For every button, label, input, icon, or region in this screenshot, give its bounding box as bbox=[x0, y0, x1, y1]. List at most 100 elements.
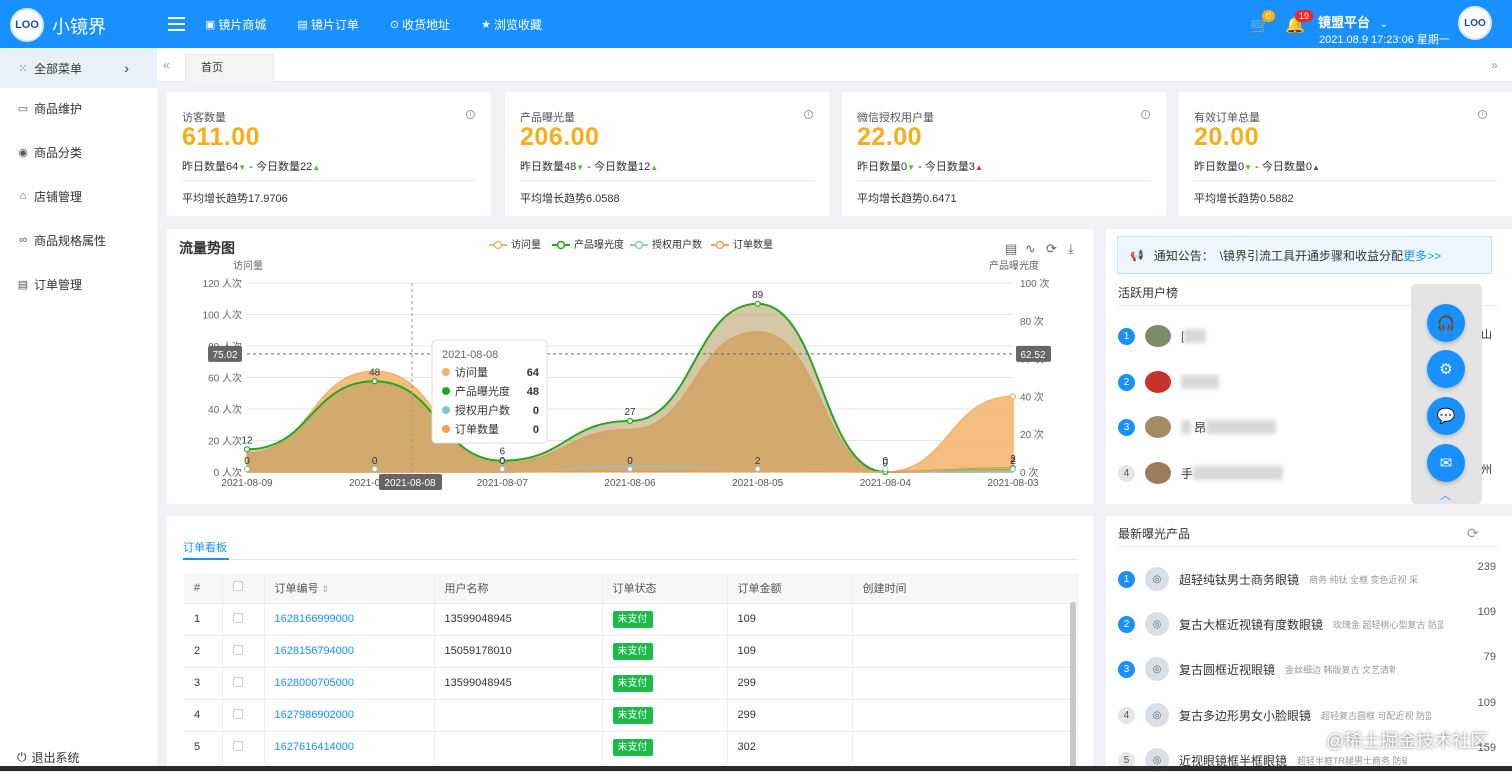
row-checkbox[interactable] bbox=[232, 676, 243, 687]
logo: LOO bbox=[10, 8, 44, 42]
list-item[interactable]: 2 bbox=[1118, 369, 1219, 395]
scroll-right-icon[interactable]: » bbox=[1491, 58, 1498, 72]
order-number-link[interactable]: 1628156794000 bbox=[275, 645, 355, 657]
list-item[interactable]: 4 手 bbox=[1118, 460, 1284, 486]
select-all-checkbox[interactable] bbox=[232, 581, 243, 592]
stat-compare: 昨日数量0▼ - 今日数量3▲ bbox=[857, 161, 983, 173]
refresh-icon[interactable]: ⟳ bbox=[1467, 525, 1479, 542]
customer-service-button[interactable]: 🎧 bbox=[1427, 304, 1465, 342]
status-badge: 未支付 bbox=[612, 642, 653, 660]
product-tags: 商务 纯钛 全框 变色近视 采... bbox=[1309, 574, 1420, 585]
nav-lens-orders[interactable]: ▤ 镜片订单 bbox=[297, 16, 358, 33]
nav-address[interactable]: ⊙ 收货地址 bbox=[390, 16, 450, 33]
order-amount: 109 bbox=[727, 634, 853, 667]
headset-icon: 🎧 bbox=[1436, 315, 1456, 332]
user-name bbox=[434, 698, 603, 731]
row-checkbox[interactable] bbox=[232, 644, 243, 655]
sidebar-item-product-maintenance[interactable]: ▭ 商品维护 bbox=[0, 86, 157, 130]
nav-favorites[interactable]: ★ 浏览收藏 bbox=[481, 16, 542, 33]
product-name: 超轻纯钛男士商务眼镜 bbox=[1179, 572, 1300, 587]
data-point bbox=[754, 466, 761, 472]
order-number[interactable]: 1627986902000 bbox=[264, 698, 435, 731]
sidebar-item-all-menu[interactable]: ⁙ 全部菜单 › bbox=[0, 48, 157, 88]
tooltip-marker bbox=[442, 425, 450, 433]
order-number[interactable]: 1628156794000 bbox=[264, 634, 435, 667]
table-row[interactable]: 4 1627986902000 未支付 299 bbox=[184, 698, 1078, 731]
sidebar-item-store-management[interactable]: ⌂ 店铺管理 bbox=[0, 174, 157, 218]
order-number[interactable]: 1627616414000 bbox=[264, 730, 435, 763]
arrow-down-icon: ▼ bbox=[1244, 163, 1253, 172]
arrow-up-icon: ▲ bbox=[650, 163, 659, 172]
product-tags: 超轻复古圆框 可配近视 防蓝光... bbox=[1321, 710, 1432, 721]
row-checkbox[interactable] bbox=[232, 612, 243, 623]
data-point bbox=[499, 466, 506, 472]
tooltip-series-name: 访问量 bbox=[455, 366, 488, 379]
info-icon[interactable]: i bbox=[466, 110, 475, 119]
nav-lens-store[interactable]: ▣ 镜片商城 bbox=[205, 16, 266, 33]
list-item[interactable]: 2 ◎ 复古大框近视镜有度数眼镜玫瑰金 超轻桃心型复古 防蓝光... bbox=[1118, 612, 1443, 636]
info-icon[interactable]: i bbox=[1478, 110, 1487, 119]
scroll-left-icon[interactable]: « bbox=[163, 58, 170, 72]
table-row[interactable]: 2 1628156794000 15059178010 未支付 109 bbox=[184, 634, 1078, 667]
legend-label: 订单数量 bbox=[733, 238, 773, 251]
list-item[interactable]: 1 ◎ 超轻纯钛男士商务眼镜 商务 纯钛 全框 变色近视 采... bbox=[1118, 567, 1419, 591]
logout-button[interactable]: ⏻ 退出系统 bbox=[17, 749, 80, 766]
order-number[interactable]: 1628000705000 bbox=[264, 666, 435, 699]
list-item[interactable]: 3 昂 bbox=[1118, 414, 1277, 440]
data-point bbox=[244, 466, 250, 472]
sort-icon[interactable]: ⇕ bbox=[322, 584, 330, 594]
platform-dropdown[interactable]: 镜盟平台 ⌄ bbox=[1318, 12, 1388, 31]
row-index: 1 bbox=[184, 602, 223, 635]
settings-button[interactable]: ⚙ bbox=[1427, 350, 1465, 388]
chat-button[interactable]: 💬 bbox=[1427, 397, 1465, 435]
order-number-link[interactable]: 1627616414000 bbox=[275, 741, 355, 753]
notice-more-link[interactable]: 更多>> bbox=[1403, 247, 1441, 264]
sidebar-item-label: 商品分类 bbox=[34, 145, 83, 160]
notice-bar[interactable]: 📢 通知公告： \镜界引流工具开通步骤和收益分配 更多>> bbox=[1117, 236, 1492, 274]
info-icon[interactable]: i bbox=[804, 110, 813, 119]
list-item[interactable]: 1 [ bbox=[1118, 323, 1207, 349]
stat-trend: 平均增长趋势0.6471 bbox=[857, 193, 957, 205]
row-checkbox[interactable] bbox=[232, 740, 243, 751]
list-item[interactable]: 3 ◎ 复古圆框近视眼镜 金丝细边 韩版复古 文艺清新... bbox=[1118, 657, 1395, 681]
store-icon: ▣ bbox=[205, 18, 216, 31]
order-amount: 299 bbox=[727, 698, 853, 731]
order-board-card: 订单看板 # 订单编号 ⇕ 用户名称 订单状态 订单金额 创建时间 1 16281… bbox=[167, 516, 1093, 771]
data-label: 89 bbox=[752, 290, 764, 301]
table-row[interactable]: 1 1628166999000 13599048945 未支付 109 bbox=[184, 602, 1078, 635]
menu-toggle-icon[interactable] bbox=[168, 17, 185, 31]
list-item[interactable]: 4 ◎ 复古多边形男女小脸眼镜超轻复古圆框 可配近视 防蓝光... bbox=[1118, 703, 1431, 727]
row-checkbox[interactable] bbox=[232, 708, 243, 719]
stat-value: 20.00 bbox=[1194, 123, 1260, 151]
user-name: 13599048945 bbox=[434, 666, 603, 699]
stat-value: 611.00 bbox=[182, 123, 261, 151]
order-number-link[interactable]: 1627986902000 bbox=[275, 709, 355, 721]
sidebar-item-order-management[interactable]: ▤ 订单管理 bbox=[0, 262, 157, 306]
order-number[interactable]: 1628166999000 bbox=[264, 602, 435, 635]
legend-marker bbox=[715, 240, 725, 250]
table-row[interactable]: 3 1628000705000 13599048945 未支付 299 bbox=[184, 666, 1078, 699]
avatar[interactable]: LOO bbox=[1458, 6, 1492, 40]
stat-yesterday: 昨日数量64 bbox=[182, 161, 239, 173]
table-row[interactable]: 5 1627616414000 未支付 302 bbox=[184, 730, 1078, 763]
table-header-row: # 订单编号 ⇕ 用户名称 订单状态 订单金额 创建时间 bbox=[184, 573, 1078, 603]
order-number-link[interactable]: 1628166999000 bbox=[275, 613, 355, 625]
floating-action-panel: 🎧 ⚙ 💬 ✉ ︿ bbox=[1411, 284, 1482, 504]
data-label: 0 bbox=[372, 456, 378, 467]
status-badge: 未支付 bbox=[612, 706, 653, 724]
order-number-link[interactable]: 1628000705000 bbox=[275, 677, 355, 689]
stat-yesterday: 昨日数量0 bbox=[1194, 161, 1245, 173]
tab-order-board[interactable]: 订单看板 bbox=[183, 539, 227, 555]
traffic-chart[interactable]: 0 人次20 人次40 人次60 人次80 人次100 人次120 人次0 次2… bbox=[167, 229, 1093, 504]
nav-label: 收货地址 bbox=[402, 17, 451, 32]
info-icon[interactable]: i bbox=[1141, 110, 1150, 119]
sidebar-item-product-category[interactable]: ◉ 商品分类 bbox=[0, 130, 157, 174]
order-status-cell: 未支付 bbox=[602, 666, 728, 699]
y-tick-label: 120 人次 bbox=[203, 277, 242, 290]
table-scrollbar[interactable] bbox=[1070, 602, 1076, 771]
tab-home[interactable]: 首页 bbox=[185, 54, 274, 82]
collapse-up-icon[interactable]: ︿ bbox=[1440, 487, 1451, 503]
mail-button[interactable]: ✉ bbox=[1427, 444, 1465, 482]
column-header-order-no[interactable]: 订单编号 ⇕ bbox=[264, 573, 435, 603]
sidebar-item-spec-attributes[interactable]: ∞ 商品规格属性 bbox=[0, 218, 157, 262]
